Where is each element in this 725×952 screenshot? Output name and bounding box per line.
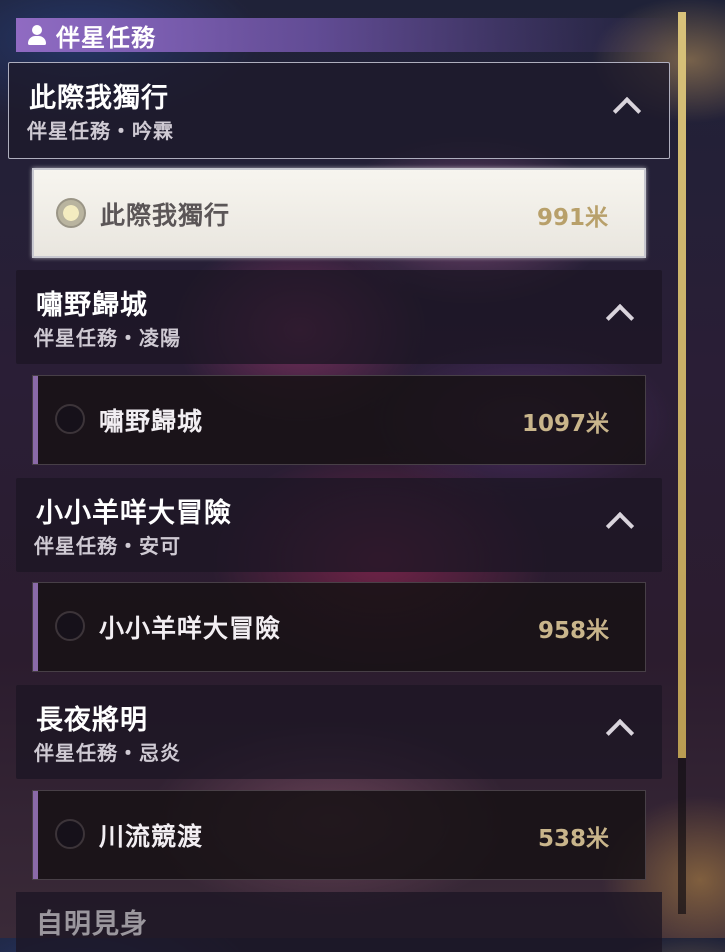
- quest-group-title: 此際我獨行: [29, 83, 169, 114]
- quest-group-title: 自明見身: [36, 909, 148, 940]
- quest-group-header[interactable]: 嘯野歸城 伴星任務・凌陽: [16, 270, 662, 364]
- track-radio-icon[interactable]: [55, 611, 85, 641]
- scrollbar-thumb[interactable]: [678, 12, 686, 758]
- quest-group-title: 嘯野歸城: [36, 290, 148, 321]
- panel-title: 伴星任務: [56, 23, 156, 52]
- quest-distance: 538米: [537, 826, 609, 852]
- chevron-up-icon[interactable]: [612, 96, 642, 126]
- quest-item[interactable]: 川流競渡 538米: [32, 790, 646, 880]
- track-radio-icon[interactable]: [55, 819, 85, 849]
- panel-title-bar: 伴星任務: [16, 18, 676, 52]
- person-icon: [26, 24, 48, 46]
- quest-name: 嘯野歸城: [99, 407, 204, 436]
- chevron-up-icon[interactable]: [605, 511, 635, 541]
- quest-group-subtitle: 伴星任務・吟霖: [27, 119, 174, 143]
- track-radio-icon[interactable]: [55, 404, 85, 434]
- quest-item[interactable]: 小小羊咩大冒險 958米: [32, 582, 646, 672]
- chevron-up-icon[interactable]: [605, 303, 635, 333]
- quest-group-header[interactable]: 長夜將明 伴星任務・忌炎: [16, 685, 662, 779]
- quest-group-header[interactable]: 自明見身: [16, 892, 662, 952]
- quest-group-subtitle: 伴星任務・安可: [34, 534, 181, 558]
- quest-distance: 1097米: [521, 411, 609, 437]
- quest-name: 此際我獨行: [100, 201, 231, 230]
- quest-name: 小小羊咩大冒險: [99, 614, 282, 643]
- quest-group-subtitle: 伴星任務・忌炎: [34, 741, 181, 765]
- quest-group-header[interactable]: 此際我獨行 伴星任務・吟霖: [8, 62, 670, 159]
- quest-group-title: 長夜將明: [36, 705, 148, 736]
- quest-distance: 991米: [536, 205, 608, 231]
- quest-group-subtitle: 伴星任務・凌陽: [34, 326, 181, 350]
- quest-name: 川流競渡: [99, 822, 204, 851]
- quest-item[interactable]: 嘯野歸城 1097米: [32, 375, 646, 465]
- quest-group-header[interactable]: 小小羊咩大冒險 伴星任務・安可: [16, 478, 662, 572]
- track-radio-icon[interactable]: [56, 198, 86, 228]
- chevron-up-icon[interactable]: [605, 718, 635, 748]
- quest-item[interactable]: 此際我獨行 991米: [32, 168, 646, 258]
- quest-distance: 958米: [537, 618, 609, 644]
- quest-group-title: 小小羊咩大冒險: [36, 498, 232, 529]
